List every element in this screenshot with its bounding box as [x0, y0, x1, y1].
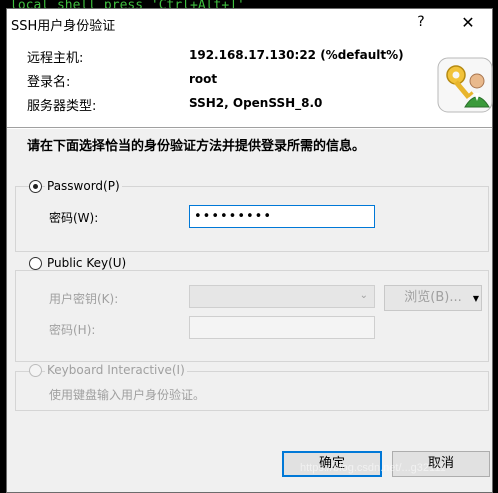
browse-button[interactable]: 浏览(B)... ▼ — [384, 285, 482, 311]
divider-highlight — [7, 128, 492, 129]
server-type-label: 服务器类型: — [27, 99, 97, 114]
publickey-radio-label[interactable]: Public Key(U) — [45, 256, 129, 270]
password-radio[interactable] — [29, 180, 42, 193]
publickey-radio[interactable] — [29, 257, 42, 270]
password-radio-label[interactable]: Password(P) — [45, 179, 122, 193]
remote-host-label: 远程主机: — [27, 51, 84, 66]
watermark: https://blog.csdn.net/...g32111 — [300, 462, 446, 474]
password-field-label: 密码(W): — [49, 211, 99, 225]
connection-info: 远程主机: 192.168.17.130:22 (%default%) 登录名:… — [7, 37, 493, 129]
keys-user-icon — [437, 57, 493, 113]
instruction-text: 请在下面选择恰当的身份验证方法并提供登录所需的信息。 — [27, 139, 366, 154]
login-name-value: root — [189, 72, 218, 86]
passphrase-input[interactable] — [189, 316, 375, 339]
password-input[interactable]: ••••••••• — [189, 205, 375, 228]
user-key-select[interactable]: ⌄ — [189, 285, 375, 308]
title-bar[interactable]: SSH用户身份验证 ? ✕ — [7, 9, 492, 37]
server-type-value: SSH2, OpenSSH_8.0 — [189, 96, 323, 110]
keyboard-interactive-label[interactable]: Keyboard Interactive(I) — [45, 363, 187, 377]
chevron-down-icon: ⌄ — [359, 290, 368, 301]
keyboard-interactive-radio[interactable] — [29, 364, 42, 377]
login-name-label: 登录名: — [27, 75, 71, 90]
dialog-title: SSH用户身份验证 — [11, 19, 116, 34]
remote-host-value: 192.168.17.130:22 (%default%) — [189, 48, 404, 62]
keyboard-interactive-description: 使用键盘输入用户身份验证。 — [49, 388, 206, 402]
ssh-auth-dialog: SSH用户身份验证 ? ✕ 远程主机: 192.168.17.130:22 (%… — [6, 8, 493, 493]
user-key-label: 用户密钥(K): — [49, 292, 119, 306]
dropdown-arrow-icon: ▼ — [472, 294, 479, 303]
close-button[interactable]: ✕ — [457, 13, 479, 33]
passphrase-label: 密码(H): — [49, 323, 96, 337]
help-button[interactable]: ? — [412, 13, 430, 31]
browse-button-label: 浏览(B)... — [404, 290, 462, 305]
